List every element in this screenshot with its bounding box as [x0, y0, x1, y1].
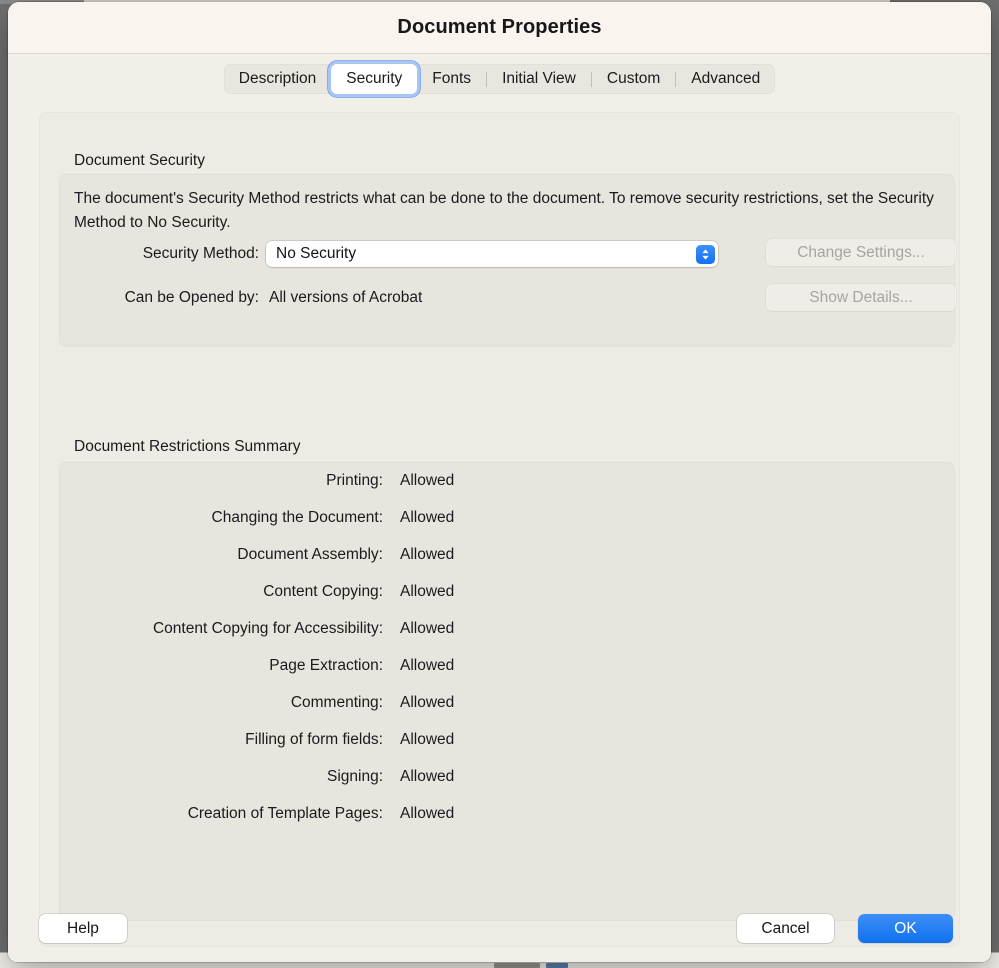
chevron-up-down-icon — [696, 245, 715, 264]
show-details-button[interactable]: Show Details... — [766, 284, 956, 311]
cancel-button[interactable]: Cancel — [737, 914, 834, 943]
tab-custom[interactable]: Custom — [592, 64, 675, 94]
tab-advanced[interactable]: Advanced — [676, 64, 775, 94]
restriction-value: Allowed — [400, 509, 454, 527]
restriction-key: Document Assembly: — [59, 546, 383, 564]
restriction-value: Allowed — [400, 657, 454, 675]
restriction-value: Allowed — [400, 620, 454, 638]
dialog-footer: Help Cancel OK — [8, 896, 991, 962]
dialog-body: Description Security Fonts Initial View … — [8, 54, 991, 962]
table-row: Changing the Document: Allowed — [59, 509, 955, 546]
opened-by-value: All versions of Acrobat — [269, 286, 422, 310]
opened-by-label: Can be Opened by: — [125, 289, 259, 307]
table-row: Content Copying for Accessibility: Allow… — [59, 620, 955, 657]
tabbar-wrapper: Description Security Fonts Initial View … — [8, 64, 991, 94]
restriction-key: Printing: — [59, 472, 383, 490]
restriction-value: Allowed — [400, 694, 454, 712]
document-restrictions-label: Document Restrictions Summary — [74, 438, 301, 456]
restriction-key: Commenting: — [59, 694, 383, 712]
document-restrictions-groupbox: Printing: Allowed Changing the Document:… — [59, 462, 955, 921]
restriction-key: Filling of form fields: — [59, 731, 383, 749]
table-row: Signing: Allowed — [59, 768, 955, 805]
background-window-artifact — [494, 963, 540, 968]
table-row: Filling of form fields: Allowed — [59, 731, 955, 768]
document-properties-dialog: Document Properties Description Security… — [8, 2, 991, 962]
table-row: Printing: Allowed — [59, 472, 955, 509]
table-row: Content Copying: Allowed — [59, 583, 955, 620]
tab-initial-view[interactable]: Initial View — [487, 64, 591, 94]
dialog-titlebar: Document Properties — [8, 2, 991, 54]
restriction-key: Page Extraction: — [59, 657, 383, 675]
security-method-value: No Security — [276, 245, 696, 263]
security-method-label-row: Security Method: — [59, 241, 259, 267]
table-row: Page Extraction: Allowed — [59, 657, 955, 694]
help-button[interactable]: Help — [39, 914, 127, 943]
screen: Document Properties Description Security… — [0, 0, 999, 968]
tab-panel-security: Document Security The document's Securit… — [39, 112, 960, 947]
restriction-key: Signing: — [59, 768, 383, 786]
restriction-value: Allowed — [400, 768, 454, 786]
security-method-label: Security Method: — [143, 245, 259, 263]
change-settings-button[interactable]: Change Settings... — [766, 239, 956, 266]
background-window-artifact-2 — [546, 963, 568, 968]
restriction-value: Allowed — [400, 546, 454, 564]
tab-security[interactable]: Security — [331, 64, 417, 94]
security-method-select[interactable]: No Security — [266, 241, 718, 267]
restriction-value: Allowed — [400, 583, 454, 601]
tab-description[interactable]: Description — [224, 64, 332, 94]
restriction-key: Creation of Template Pages: — [59, 805, 383, 823]
security-description-text: The document's Security Method restricts… — [74, 187, 940, 235]
restriction-value: Allowed — [400, 731, 454, 749]
tabbar: Description Security Fonts Initial View … — [224, 64, 775, 94]
tab-fonts[interactable]: Fonts — [417, 64, 486, 94]
ok-button[interactable]: OK — [858, 914, 953, 943]
document-security-label: Document Security — [74, 152, 205, 170]
restriction-key: Content Copying: — [59, 583, 383, 601]
restriction-key: Content Copying for Accessibility: — [59, 620, 383, 638]
restriction-key: Changing the Document: — [59, 509, 383, 527]
table-row: Document Assembly: Allowed — [59, 546, 955, 583]
opened-by-label-row: Can be Opened by: — [59, 286, 259, 310]
restriction-value: Allowed — [400, 805, 454, 823]
restrictions-list: Printing: Allowed Changing the Document:… — [59, 472, 955, 842]
dialog-title: Document Properties — [397, 16, 601, 39]
restriction-value: Allowed — [400, 472, 454, 490]
document-security-groupbox: The document's Security Method restricts… — [59, 174, 955, 347]
table-row: Commenting: Allowed — [59, 694, 955, 731]
table-row: Creation of Template Pages: Allowed — [59, 805, 955, 842]
